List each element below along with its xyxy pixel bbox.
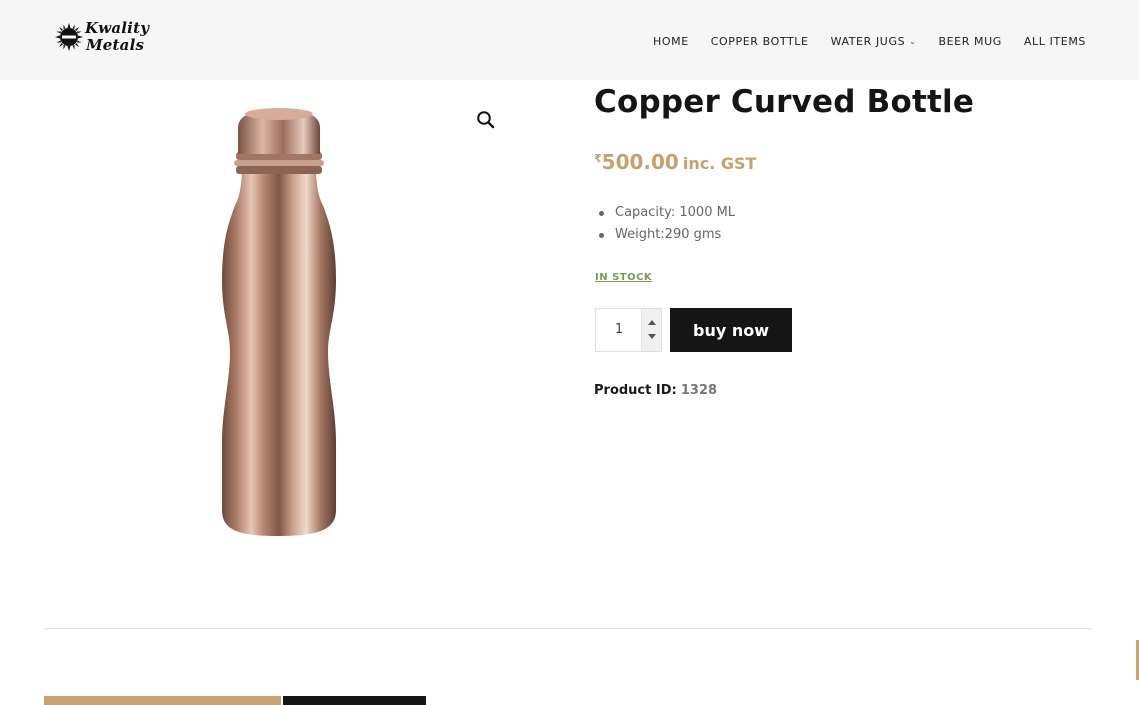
stock-status: IN STOCK [595, 272, 653, 283]
nav-item-home[interactable]: HOME [653, 35, 689, 48]
logo-line1: Kwality [85, 19, 150, 37]
nav-label: BEER MUG [938, 35, 1002, 48]
product-id: Product ID: 1328 [594, 383, 717, 398]
nav-label: ALL ITEMS [1023, 35, 1086, 48]
nav-label: COPPER BOTTLE [710, 35, 809, 48]
nav-item-beer-mug[interactable]: BEER MUG [938, 35, 1001, 48]
main-nav: HOME COPPER BOTTLE WATER JUGS ⌄ BEER MUG … [631, 35, 1086, 48]
price-amount: 500.00 [601, 150, 679, 174]
product-image[interactable] [44, 90, 514, 560]
quantity-input[interactable]: 1 [596, 309, 642, 351]
copper-bottle-image [222, 108, 336, 536]
nav-label: HOME [652, 35, 689, 48]
logo-emblem-icon [55, 23, 83, 51]
zoom-button[interactable] [474, 108, 498, 132]
product-id-label: Product ID: [594, 383, 677, 398]
quantity-spinner [641, 309, 661, 351]
price-suffix: inc. GST [682, 154, 757, 173]
section-divider [44, 628, 1092, 629]
nav-item-copper-bottle[interactable]: COPPER BOTTLE [711, 35, 809, 48]
site-logo[interactable]: Kwality Metals [54, 20, 154, 62]
caret-up-icon[interactable] [642, 309, 662, 330]
magnifier-icon [477, 111, 495, 129]
currency-symbol: ₹ [594, 152, 602, 165]
nav-item-water-jugs[interactable]: WATER JUGS ⌄ [831, 35, 917, 48]
tab-description[interactable] [44, 696, 281, 705]
tab-reviews[interactable] [283, 696, 426, 705]
product-price: ₹500.00 inc. GST [594, 150, 756, 174]
nav-item-all-items[interactable]: ALL ITEMS [1024, 35, 1086, 48]
logo-wordmark: Kwality Metals [85, 20, 149, 54]
spec-item: Weight:290 gms [599, 224, 735, 246]
chevron-down-icon: ⌄ [909, 37, 917, 46]
product-title: Copper Curved Bottle [594, 84, 975, 120]
quantity-stepper[interactable]: 1 [595, 308, 662, 352]
product-id-value: 1328 [680, 383, 718, 398]
site-header: Kwality Metals HOME COPPER BOTTLE WATER … [0, 0, 1139, 80]
spec-item: Capacity: 1000 ML [599, 202, 735, 224]
logo-line2: Metals [86, 36, 145, 54]
buy-now-button[interactable]: buy now [670, 308, 792, 352]
product-specs: Capacity: 1000 ML Weight:290 gms [599, 202, 735, 246]
caret-down-icon[interactable] [642, 330, 662, 351]
nav-label: WATER JUGS [830, 35, 906, 48]
